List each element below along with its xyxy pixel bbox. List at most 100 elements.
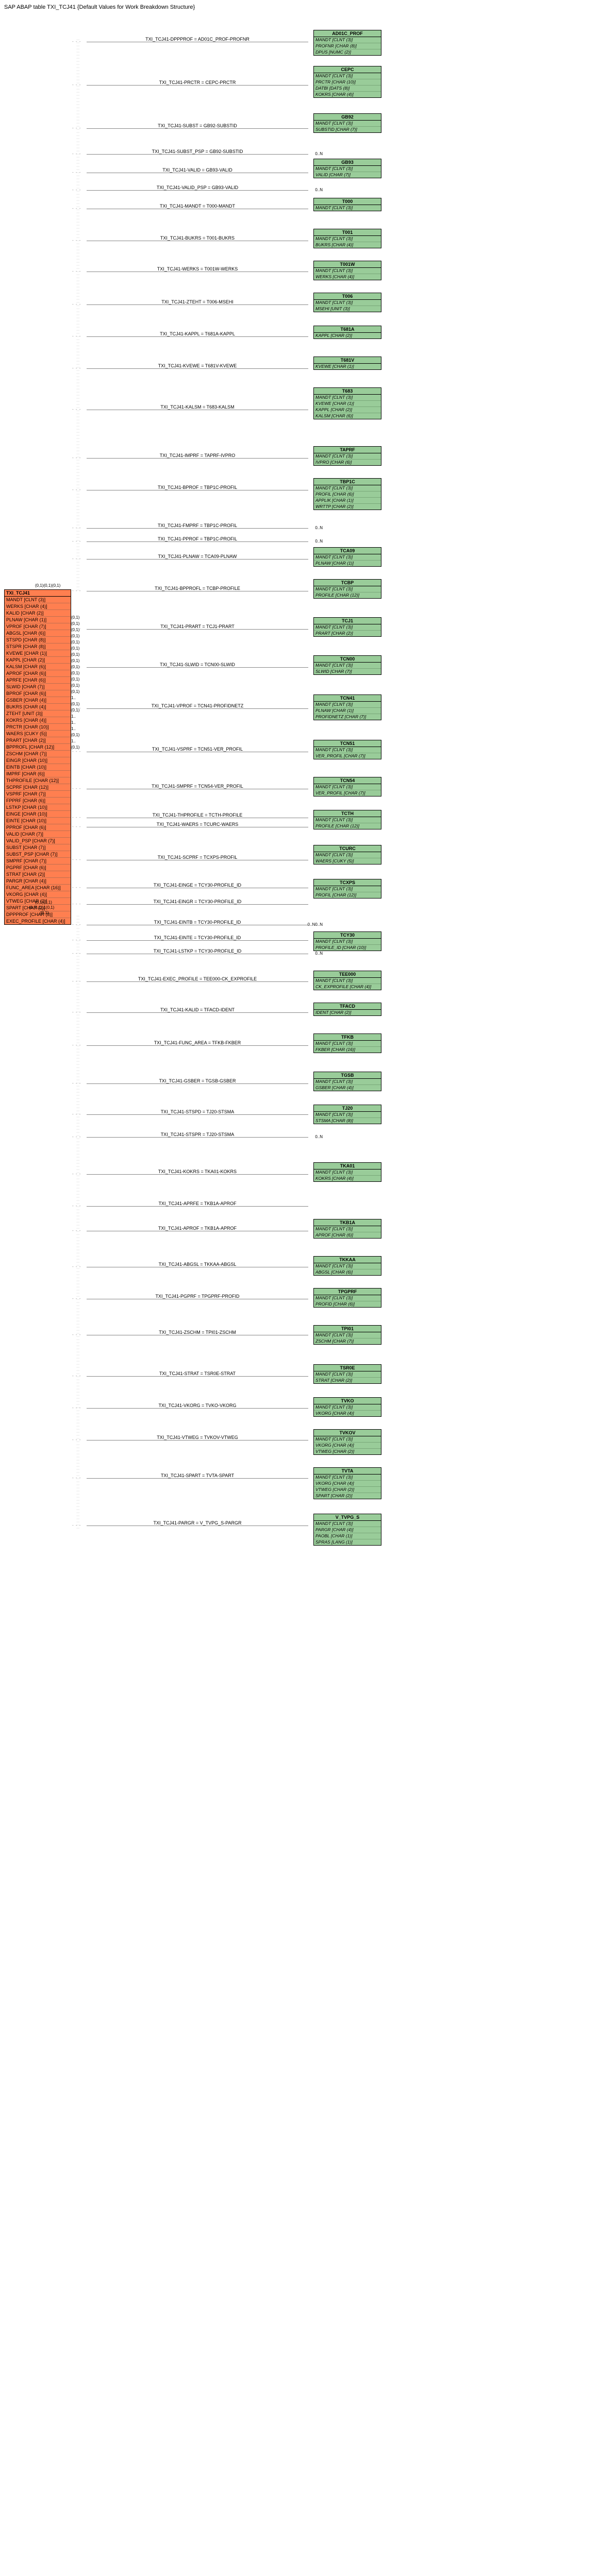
target-field: PRART [CHAR (2)] (314, 631, 381, 636)
relation-row: - - -TXI_TCJ41-EINGR = TCY30-PROFILE_ID (87, 901, 308, 908)
relation-row: - - -TXI_TCJ41-IMPRF = TAPRF-IVPRO0..N (87, 454, 308, 462)
target-field: SPRAS [LANG (1)] (314, 1539, 381, 1545)
target-table-header: TKB1A (314, 1219, 381, 1226)
relation-cardinality: 0..N (315, 951, 323, 956)
relation-label: TXI_TCJ41-EINGR = TCY30-PROFILE_ID (107, 899, 288, 904)
target-field: DPUS [NUMC (2)] (314, 49, 381, 55)
target-table: TAPRFMANDT [CLNT (3)]IVPRO [CHAR (6)] (313, 446, 381, 466)
source-cardinality: (0,1) (71, 677, 79, 682)
relation-label: TXI_TCJ41-APROF = TKB1A-APROF (107, 1226, 288, 1231)
source-field: STRAT [CHAR (2)] (5, 871, 71, 878)
target-field: SLWID [CHAR (7)] (314, 669, 381, 674)
source-field: STSPR [CHAR (8)] (5, 643, 71, 650)
target-table-header: TCJ1 (314, 618, 381, 624)
source-field: SLWID [CHAR (7)] (5, 684, 71, 690)
target-field: ABGSL [CHAR (6)] (314, 1269, 381, 1275)
target-table: TEE000MANDT [CLNT (3)]CK_EXPROFILE [CHAR… (313, 971, 381, 990)
target-field: MANDT [CLNT (3)] (314, 978, 381, 984)
relation-row: - - -TXI_TCJ41-KALID = TFACD-IDENT (87, 1009, 308, 1016)
target-table: TJ20MANDT [CLNT (3)]STSMA [CHAR (8)] (313, 1105, 381, 1124)
target-table: TCA09MANDT [CLNT (3)]PLNAW [CHAR (1)] (313, 547, 381, 567)
source-field: KVEWE [CHAR (1)] (5, 650, 71, 657)
source-field: LSTKP [CHAR (10)] (5, 804, 71, 811)
relation-line (87, 904, 308, 905)
relation-row: - - -TXI_TCJ41-FMPRF = TBP1C-PROFIL0..N (87, 524, 308, 532)
relation-label: TXI_TCJ41-EXEC_PROFILE = TEE000-CK_EXPRO… (107, 976, 288, 981)
cardinality-annotation: (0,1)(0,1) (35, 900, 52, 905)
relation-line (87, 154, 308, 155)
source-field: APROF [CHAR (6)] (5, 670, 71, 677)
source-field: IMPRF [CHAR (6)] (5, 771, 71, 777)
relation-line (87, 981, 308, 982)
relation-label: TXI_TCJ41-SCPRF = TCXPS-PROFIL (107, 855, 288, 860)
relation-row: - - -TXI_TCJ41-APROF = TKB1A-APROF0..N (87, 1227, 308, 1234)
target-table: TKB1AMANDT [CLNT (3)]APROF [CHAR (6)] (313, 1219, 381, 1239)
relation-line (87, 1083, 308, 1084)
source-field: KOKRS [CHAR (4)] (5, 717, 71, 724)
relation-row: - - -TXI_TCJ41-ZSCHM = TPI01-ZSCHM (87, 1331, 308, 1338)
source-field: SUBST [CHAR (7)] (5, 844, 71, 851)
target-field: MANDT [CLNT (3)] (314, 395, 381, 401)
target-table: TCN54MANDT [CLNT (3)]VER_PROFIL [CHAR (7… (313, 777, 381, 796)
target-field: VKORG [CHAR (4)] (314, 1481, 381, 1487)
target-table-header: AD01C_PROF (314, 30, 381, 37)
source-cardinality: (0,1) (71, 658, 79, 663)
target-field: GSBER [CHAR (4)] (314, 1085, 381, 1091)
source-cardinality: (0,1) (71, 683, 79, 688)
relation-label: TXI_TCJ41-EINTB = TCY30-PROFILE_ID (107, 920, 288, 925)
relation-label: TXI_TCJ41-PARGR = V_TVPG_S-PARGR (107, 1520, 288, 1526)
relation-row: - - -TXI_TCJ41-STSPD = TJ20-STSMA (87, 1111, 308, 1118)
source-field: STSPD [CHAR (8)] (5, 637, 71, 643)
target-field: PROFILE [CHAR (12)] (314, 592, 381, 598)
relation-row: - - -TXI_TCJ41-SPART = TVTA-SPART0..N (87, 1475, 308, 1482)
relation-cardinality: 0..N (315, 1134, 323, 1139)
target-table: GB93MANDT [CLNT (3)]VALID [CHAR (7)] (313, 159, 381, 178)
dash-icon: - - - (72, 885, 81, 890)
target-table-header: CEPC (314, 66, 381, 73)
target-table: TPI01MANDT [CLNT (3)]ZSCHM [CHAR (7)] (313, 1325, 381, 1345)
target-table-header: TCN51 (314, 740, 381, 747)
relation-line (87, 1045, 308, 1046)
source-cardinality: 1.. (71, 739, 76, 743)
target-table-header: TPGPRF (314, 1289, 381, 1295)
source-field: ZTEHT [UNIT (3)] (5, 710, 71, 717)
target-field: PROFILE_ID [CHAR (10)] (314, 945, 381, 951)
dot-icon: · (78, 1527, 79, 1530)
relation-line (87, 1012, 308, 1013)
target-table: T681VKVEWE [CHAR (1)] (313, 357, 381, 370)
relation-cardinality: 0..N (315, 539, 323, 544)
relation-label: TXI_TCJ41-SLWID = TCN00-SLWID (107, 662, 288, 667)
target-field: PROFNR [CHAR (8)] (314, 43, 381, 49)
cardinality-annotation: (0,1) (40, 910, 48, 915)
target-field: WRTTP [CHAR (2)] (314, 504, 381, 510)
relation-row: - - -TXI_TCJ41-VSPRF = TCN51-VER_PROFIL0… (87, 748, 308, 755)
dash-icon: - - - (72, 902, 81, 906)
relation-line (87, 1174, 308, 1175)
relation-row: - - -TXI_TCJ41-SLWID = TCN00-SLWID0..N (87, 664, 308, 671)
source-field: EINGE [CHAR (10)] (5, 811, 71, 818)
relation-label: TXI_TCJ41-MANDT = T000-MANDT (107, 204, 288, 209)
target-field: SUBSTID [CHAR (7)] (314, 127, 381, 132)
relation-label: TXI_TCJ41-VTWEG = TVKOV-VTWEG (107, 1435, 288, 1440)
target-field: MANDT [CLNT (3)] (314, 1226, 381, 1232)
relation-cardinality: 0..N (315, 188, 323, 192)
target-table: TCY30MANDT [CLNT (3)]PROFILE_ID [CHAR (1… (313, 931, 381, 951)
target-field: DATBI [DATS (8)] (314, 86, 381, 92)
relation-row: - - -TXI_TCJ41-APRFE = TKB1A-APROF (87, 1202, 308, 1210)
dash-icon: - - - (72, 786, 81, 791)
dash-icon: - - - (72, 824, 81, 829)
relation-row: - - -TXI_TCJ41-SMPRF = TCN54-VER_PROFIL0… (87, 785, 308, 792)
dash-icon: - - - (72, 706, 81, 710)
source-field: EINGR [CHAR (10)] (5, 757, 71, 764)
relation-row: - - -TXI_TCJ41-SCPRF = TCXPS-PROFIL (87, 856, 308, 863)
relation-cardinality: 0..N (315, 526, 323, 530)
relation-row: - - -TXI_TCJ41-PLNAW = TCA09-PLNAW0..N (87, 555, 308, 563)
relation-label: TXI_TCJ41-VSPRF = TCN51-VER_PROFIL (107, 747, 288, 752)
target-field: VER_PROFIL [CHAR (7)] (314, 753, 381, 759)
source-cardinality: 1.. (71, 714, 76, 719)
target-table-header: TFACD (314, 1003, 381, 1010)
relation-label: TXI_TCJ41-LSTKP = TCY30-PROFILE_ID (107, 948, 288, 954)
target-table: T683MANDT [CLNT (3)]KVEWE [CHAR (1)]KAPP… (313, 387, 381, 419)
target-table: TFACDIDENT [CHAR (2)] (313, 1003, 381, 1016)
target-field: MANDT [CLNT (3)] (314, 747, 381, 753)
